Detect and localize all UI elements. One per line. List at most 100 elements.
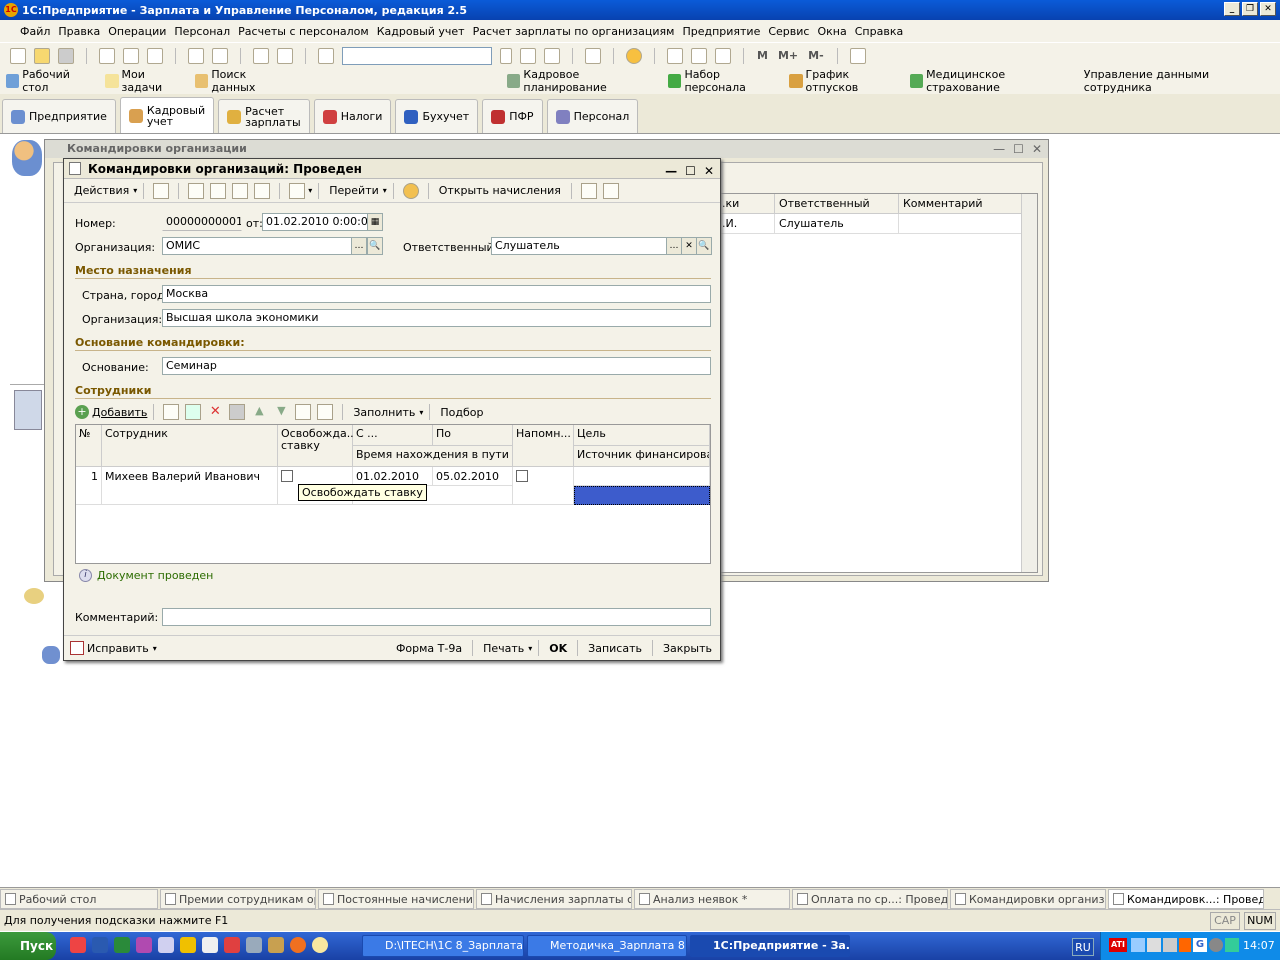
bg-close-button[interactable]: ✕ — [1032, 142, 1042, 156]
city-field[interactable]: Москва — [162, 285, 711, 303]
excel-icon[interactable] — [114, 937, 130, 953]
window-tab[interactable]: Постоянные начисления... — [318, 889, 474, 909]
col-free-rate[interactable]: Освобожда... ставку — [278, 425, 357, 467]
menu-windows[interactable]: Окна — [813, 25, 850, 38]
quicklaunch-icon[interactable] — [70, 937, 86, 953]
resp-search-icon[interactable]: 🔍 — [696, 237, 712, 255]
start-button[interactable]: Пуск — [0, 932, 56, 960]
menu-operations[interactable]: Операции — [104, 25, 170, 38]
form-t9a-button[interactable]: Форма Т-9а — [392, 642, 466, 655]
bg-col-header[interactable]: Комментарий — [899, 194, 1023, 214]
resp-clear-icon[interactable]: ✕ — [681, 237, 697, 255]
word-icon[interactable] — [92, 937, 108, 953]
quicklaunch-icon[interactable] — [202, 937, 218, 953]
ok-button[interactable]: OK — [545, 642, 571, 655]
restore-button[interactable]: ❐ — [1242, 2, 1258, 16]
menu-personnel[interactable]: Персонал — [170, 25, 234, 38]
clock[interactable]: 14:07 — [1243, 939, 1275, 952]
tray-icon[interactable] — [1179, 938, 1191, 952]
org-search-icon[interactable]: 🔍 — [367, 237, 383, 255]
col-funding[interactable]: Источник финансирова... — [574, 446, 710, 467]
save-icon[interactable] — [58, 47, 74, 64]
pick-button[interactable]: Подбор — [436, 406, 487, 419]
bg-cell[interactable] — [899, 214, 1023, 234]
dialog-maximize-button[interactable]: ☐ — [685, 161, 696, 181]
undo-icon[interactable] — [253, 47, 269, 64]
comment-field[interactable] — [162, 608, 711, 626]
1c-icon[interactable] — [180, 937, 196, 953]
save-button[interactable]: Записать — [584, 642, 646, 655]
col-to[interactable]: По — [433, 425, 513, 446]
tab-personnel[interactable]: Персонал — [546, 99, 639, 133]
paste-icon[interactable] — [147, 47, 163, 64]
copy-doc-icon[interactable] — [210, 182, 227, 199]
memory-plus-button[interactable]: M+ — [778, 49, 798, 62]
row-funding-selected[interactable] — [574, 486, 710, 505]
sort-asc-icon[interactable] — [295, 404, 312, 420]
menu-hr[interactable]: Кадровый учет — [373, 25, 469, 38]
menu-enterprise[interactable]: Предприятие — [678, 25, 764, 38]
based-on-icon[interactable] — [289, 182, 306, 199]
monitor-icon[interactable] — [1147, 938, 1161, 952]
resp-select-button[interactable]: … — [666, 237, 682, 255]
calendar-icon[interactable]: ▦ — [367, 213, 383, 231]
window-tab[interactable]: Начисления зарплаты с... — [476, 889, 632, 909]
number-field[interactable]: 00000000001 — [162, 213, 242, 231]
tray-icon[interactable] — [1225, 938, 1239, 952]
dialog-close-button[interactable]: ✕ — [704, 161, 714, 181]
col-number[interactable]: № — [76, 425, 102, 467]
tab-enterprise[interactable]: Предприятие — [2, 99, 116, 133]
move-down-icon[interactable]: ▼ — [273, 404, 289, 420]
fill-doc-icon[interactable] — [232, 182, 249, 199]
layout-icon[interactable] — [580, 182, 597, 199]
edit-row-icon[interactable] — [185, 404, 202, 420]
info-icon[interactable] — [626, 47, 642, 64]
resp-field[interactable]: Слушатель — [491, 237, 667, 255]
find-prev-icon[interactable] — [544, 47, 560, 64]
delete-row-icon[interactable]: ✕ — [207, 404, 223, 420]
struct-icon[interactable] — [254, 182, 271, 199]
print-menu[interactable]: Печать — [479, 642, 528, 655]
calendar-icon[interactable] — [691, 47, 707, 64]
row-to[interactable]: 05.02.2010 — [433, 467, 513, 486]
col-goal[interactable]: Цель — [574, 425, 710, 446]
employee-data-link[interactable]: Управление данными сотрудника — [1084, 68, 1270, 94]
help-icon[interactable] — [402, 182, 419, 199]
tools-icon[interactable] — [849, 47, 866, 64]
columns-icon[interactable] — [602, 182, 619, 199]
window-tab[interactable]: Анализ неявок * — [634, 889, 790, 909]
tab-hr[interactable]: Кадровый учет — [119, 97, 215, 133]
col-from[interactable]: С ... — [353, 425, 433, 446]
tab-payroll[interactable]: Расчет зарплаты — [218, 99, 310, 133]
fill-menu[interactable]: Заполнить — [349, 406, 419, 419]
quicklaunch-icon[interactable] — [268, 937, 284, 953]
refresh-icon[interactable] — [188, 182, 205, 199]
taskbar-word-doc[interactable]: Методичка_Зарплата 8.... — [527, 935, 687, 957]
recruit-link[interactable]: Набор персонала — [668, 68, 779, 94]
bg-minimize-button[interactable]: — — [993, 142, 1005, 156]
row-employee[interactable]: Михеев Валерий Иванович — [102, 467, 278, 505]
quicklaunch-icon[interactable] — [224, 937, 240, 953]
window-tab[interactable]: Рабочий стол — [0, 889, 158, 909]
window-tab[interactable]: Премии сотрудникам ор... — [160, 889, 316, 909]
google-icon[interactable]: G — [1193, 938, 1207, 952]
insurance-link[interactable]: Медицинское страхование — [909, 68, 1074, 94]
close-button[interactable]: ✕ — [1260, 2, 1276, 16]
move-up-icon[interactable]: ▲ — [251, 404, 267, 420]
col-employee[interactable]: Сотрудник — [102, 425, 278, 467]
tab-taxes[interactable]: Налоги — [313, 99, 392, 133]
row-remind[interactable] — [513, 467, 574, 505]
open-accruals-button[interactable]: Открыть начисления — [435, 184, 565, 197]
goto-menu[interactable]: Перейти — [325, 184, 383, 197]
bg-scrollbar[interactable] — [1021, 194, 1037, 572]
menu-file[interactable]: Файл — [16, 25, 54, 38]
window-tab-active[interactable]: Командировк...: Проведен — [1108, 889, 1264, 909]
ati-icon[interactable]: ATI — [1109, 938, 1127, 952]
quicklaunch-icon[interactable] — [136, 937, 152, 953]
search-dropdown-icon[interactable] — [500, 47, 512, 64]
tab-accounting[interactable]: Бухучет — [395, 99, 479, 133]
open-icon[interactable] — [34, 47, 50, 64]
language-indicator[interactable]: RU — [1072, 938, 1094, 956]
redo-icon[interactable] — [277, 47, 293, 64]
menu-payroll[interactable]: Расчет зарплаты по организациям — [469, 25, 679, 38]
